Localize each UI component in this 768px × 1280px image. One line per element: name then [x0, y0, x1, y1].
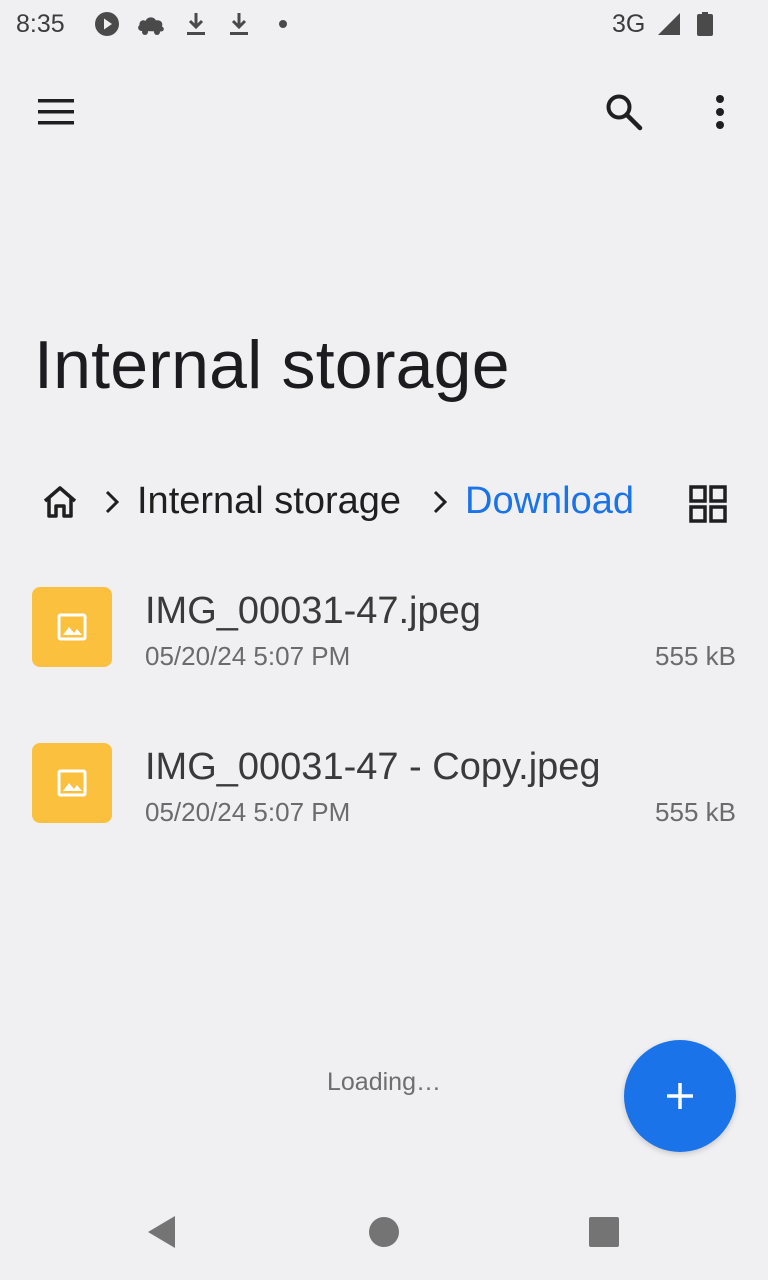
- breadcrumb-home[interactable]: [38, 482, 82, 522]
- recents-icon: [589, 1217, 619, 1247]
- screen: 8:35 3G Internal storage Internal storag…: [0, 0, 768, 1280]
- file-row[interactable]: IMG_00031-47 - Copy.jpeg 05/20/24 5:07 P…: [0, 726, 768, 882]
- cloud-icon: [138, 17, 164, 35]
- back-button[interactable]: [134, 1204, 190, 1260]
- status-time: 8:35: [16, 10, 65, 38]
- dot-icon: [279, 20, 287, 28]
- more-options-button[interactable]: [692, 84, 748, 140]
- download-icon: [230, 13, 248, 35]
- menu-icon: [38, 99, 74, 125]
- recents-button[interactable]: [576, 1204, 632, 1260]
- grid-view-toggle[interactable]: [684, 480, 732, 528]
- file-size: 555 kB: [655, 641, 736, 671]
- network-type: 3G: [612, 10, 646, 38]
- menu-button[interactable]: [28, 84, 84, 140]
- breadcrumb: Internal storage Download: [0, 470, 768, 534]
- image-icon: [57, 613, 87, 641]
- file-thumbnail: [32, 587, 112, 667]
- home-icon: [43, 486, 77, 518]
- app-bar: [0, 72, 768, 152]
- home-button[interactable]: [356, 1204, 412, 1260]
- page-title: Internal storage: [34, 327, 510, 403]
- file-name: IMG_00031-47 - Copy.jpeg: [145, 746, 601, 788]
- signal-icon: [658, 13, 680, 35]
- search-icon: [606, 94, 643, 131]
- back-icon: [148, 1216, 175, 1248]
- file-date: 05/20/24 5:07 PM: [145, 641, 351, 671]
- download-icon: [187, 13, 205, 35]
- chevron-right-icon: [433, 490, 448, 514]
- image-icon: [57, 769, 87, 797]
- file-date: 05/20/24 5:07 PM: [145, 797, 351, 827]
- file-row[interactable]: IMG_00031-47.jpeg 05/20/24 5:07 PM 555 k…: [0, 570, 768, 726]
- grid-view-icon: [689, 485, 727, 523]
- file-name: IMG_00031-47.jpeg: [145, 590, 481, 632]
- play-icon: [95, 12, 119, 36]
- breadcrumb-item-download[interactable]: Download: [465, 480, 634, 523]
- file-list: IMG_00031-47.jpeg 05/20/24 5:07 PM 555 k…: [0, 570, 768, 882]
- file-size: 555 kB: [655, 797, 736, 827]
- home-circle-icon: [369, 1217, 399, 1247]
- battery-icon: [697, 12, 713, 36]
- navigation-bar: [0, 1184, 768, 1280]
- more-vert-icon: [716, 95, 724, 129]
- status-bar: 8:35 3G: [0, 0, 768, 48]
- file-thumbnail: [32, 743, 112, 823]
- chevron-right-icon: [105, 490, 120, 514]
- breadcrumb-item-internal-storage[interactable]: Internal storage: [137, 480, 401, 523]
- search-button[interactable]: [596, 84, 652, 140]
- plus-icon: [667, 1083, 693, 1109]
- add-fab-button[interactable]: [624, 1040, 736, 1152]
